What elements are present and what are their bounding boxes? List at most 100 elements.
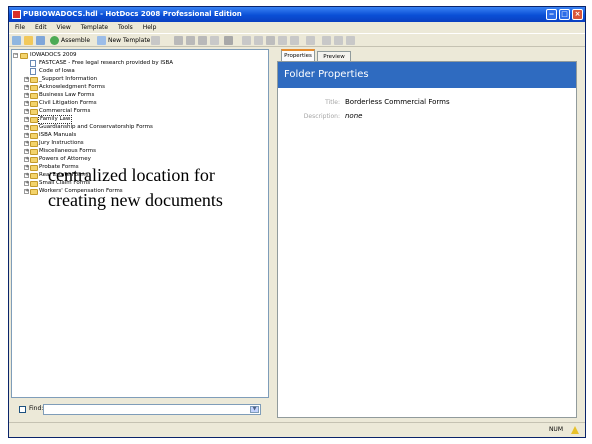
tree-item-label: Powers of Attorney [39, 156, 91, 162]
new-icon[interactable] [12, 36, 21, 45]
status-bar: NUM [9, 422, 585, 437]
edit-icon[interactable] [151, 36, 160, 45]
expand-icon[interactable]: + [24, 189, 29, 194]
assemble-button[interactable]: Assemble [61, 36, 90, 45]
tree-item-label: Family Law [37, 115, 73, 124]
assemble-icon[interactable] [50, 36, 59, 45]
folder-icon [30, 148, 38, 155]
tree-item-label: Miscellaneous Forms [39, 148, 97, 154]
expand-icon[interactable]: + [24, 157, 29, 162]
new-template-icon[interactable] [97, 36, 106, 45]
title-label: Title: [325, 99, 340, 106]
application-window: PUBIOWADOCS.hdl - HotDocs 2008 Professio… [8, 6, 586, 438]
caption-line-2: creating new documents [48, 190, 223, 210]
paste-icon[interactable] [198, 36, 207, 45]
expand-icon[interactable]: + [24, 93, 29, 98]
folder-icon [30, 156, 38, 163]
app-icon [12, 10, 21, 19]
folder-icon [30, 100, 38, 107]
folder-icon [30, 172, 38, 179]
tree-item-label: Acknowledgment Forms [39, 84, 105, 90]
delete-icon[interactable] [224, 36, 233, 45]
folder-icon [30, 76, 38, 83]
num-lock-indicator: NUM [548, 426, 563, 433]
minimize-button[interactable]: ‒ [546, 9, 557, 20]
find-input[interactable]: ▼ [43, 404, 261, 415]
folder-icon [30, 164, 38, 171]
window-title: PUBIOWADOCS.hdl - HotDocs 2008 Professio… [23, 10, 242, 18]
caption-line-1: centralized location for [48, 165, 215, 185]
expand-icon[interactable]: + [24, 165, 29, 170]
menu-help[interactable]: Help [143, 24, 157, 31]
folder-icon [30, 140, 38, 147]
properties-panel: Folder Properties Title: Borderless Comm… [277, 61, 577, 418]
expand-icon[interactable]: + [24, 181, 29, 186]
expand-icon[interactable]: + [24, 77, 29, 82]
help-icon[interactable] [346, 36, 355, 45]
caption-overlay: centralized location for creating new do… [48, 163, 223, 213]
description-value: none [345, 112, 363, 120]
expand-icon[interactable]: + [24, 117, 29, 122]
tree-item-label: Commercial Forms [39, 108, 91, 114]
tree-item-label: ISBA Manuals [39, 132, 77, 138]
expand-icon[interactable]: + [24, 173, 29, 178]
toolbar: Assemble New Template [9, 33, 585, 47]
expand-icon[interactable]: + [24, 149, 29, 154]
menu-edit[interactable]: Edit [35, 24, 47, 31]
folder-icon [20, 52, 28, 59]
title-value: Borderless Commercial Forms [345, 98, 450, 106]
folder-icon [30, 116, 38, 123]
copy-icon[interactable] [186, 36, 195, 45]
collapse-icon[interactable]: − [13, 53, 18, 58]
menu-tools[interactable]: Tools [118, 24, 133, 31]
columns-icon[interactable] [242, 36, 251, 45]
tab-properties[interactable]: Properties [281, 49, 315, 61]
expand-icon[interactable]: + [24, 109, 29, 114]
expand-icon[interactable]: + [24, 85, 29, 90]
properties-pane: Properties Preview Folder Properties Tit… [275, 49, 583, 420]
refresh-icon[interactable] [334, 36, 343, 45]
expand-icon[interactable]: + [24, 101, 29, 106]
folder-icon [30, 84, 38, 91]
view-icon[interactable] [254, 36, 263, 45]
title-bar: PUBIOWADOCS.hdl - HotDocs 2008 Professio… [9, 7, 585, 22]
panel-heading: Folder Properties [278, 62, 576, 88]
link-document-icon [30, 68, 36, 75]
tree-item-label: Jury Instructions [39, 140, 84, 146]
folder-icon [30, 108, 38, 115]
filter-icon[interactable] [290, 36, 299, 45]
expand-icon[interactable]: + [24, 141, 29, 146]
maximize-button[interactable]: □ [559, 9, 570, 20]
pane-icon[interactable] [306, 36, 315, 45]
cut-icon[interactable] [174, 36, 183, 45]
folder-icon [30, 132, 38, 139]
menu-view[interactable]: View [57, 24, 71, 31]
tree-item-label: _Support Information [39, 76, 98, 82]
chevron-down-icon[interactable]: ▼ [250, 406, 259, 413]
find-label: Find: [29, 405, 44, 412]
sort-icon[interactable] [278, 36, 287, 45]
warning-icon [571, 426, 579, 434]
close-button[interactable]: × [572, 9, 583, 20]
find-bar: Find: ▼ [11, 400, 269, 420]
properties-icon[interactable] [36, 36, 45, 45]
open-folder-icon[interactable] [24, 36, 33, 45]
find-checkbox[interactable] [19, 406, 26, 413]
menu-file[interactable]: File [15, 24, 25, 31]
folder-icon [30, 180, 38, 187]
search-icon[interactable] [266, 36, 275, 45]
layout-icon[interactable] [322, 36, 331, 45]
tab-preview[interactable]: Preview [317, 51, 351, 61]
new-template-button[interactable]: New Template [108, 36, 150, 45]
expand-icon[interactable]: + [24, 133, 29, 138]
tree-item-label: Code of Iowa [39, 68, 75, 74]
library-tree[interactable]: − IOWADOCS 2009 FASTCASE - Free legal re… [11, 49, 269, 398]
folder-icon [30, 188, 38, 195]
folder-icon [30, 124, 38, 131]
menu-bar: File Edit View Template Tools Help [9, 22, 585, 33]
tree-root-label: IOWADOCS 2009 [30, 52, 77, 58]
expand-icon[interactable]: + [24, 125, 29, 130]
undo-icon[interactable] [210, 36, 219, 45]
menu-template[interactable]: Template [81, 24, 108, 31]
tree-item-label: Guardianship and Conservatorship Forms [39, 124, 153, 130]
